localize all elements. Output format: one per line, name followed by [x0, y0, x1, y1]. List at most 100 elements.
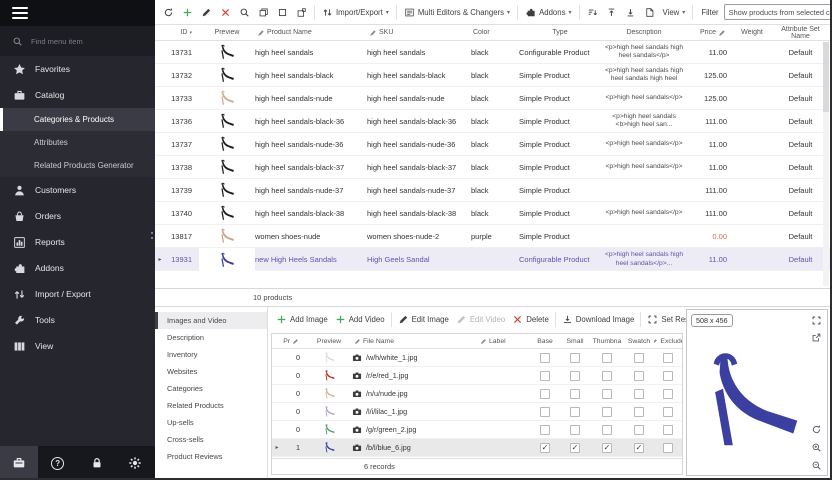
sidebar-item-customers[interactable]: Customers: [0, 177, 155, 203]
table-row[interactable]: 13817women shoes-nudewomen shoes-nude-2p…: [155, 225, 830, 248]
table-row[interactable]: ▸13931new High Heels SandalsHigh Geels S…: [155, 248, 830, 271]
grid-scrollbar[interactable]: [823, 42, 829, 286]
checkbox[interactable]: [540, 407, 550, 417]
collapse-all-button[interactable]: [622, 3, 639, 21]
refresh-button[interactable]: [160, 3, 177, 21]
rotate-button[interactable]: [811, 424, 822, 435]
col-description[interactable]: Description: [601, 29, 687, 36]
sidebar-item-reports[interactable]: Reports: [0, 229, 155, 255]
col-thumbnail[interactable]: Thumbna: [590, 338, 624, 345]
checkbox[interactable]: [663, 425, 673, 435]
checkbox[interactable]: [540, 353, 550, 363]
checkbox[interactable]: [634, 353, 644, 363]
col-product-name[interactable]: Product Name: [255, 29, 367, 37]
col-file-name[interactable]: File Name: [352, 338, 478, 345]
col-exclude[interactable]: Exclude: [654, 338, 682, 345]
sidebar-item-favorites[interactable]: Favorites: [0, 56, 155, 82]
tab-related-products[interactable]: Related Products: [155, 397, 267, 414]
image-row[interactable]: 0/l/i/lilac_1.jpg: [272, 403, 682, 421]
checkbox[interactable]: [634, 425, 644, 435]
col-sku[interactable]: SKU: [367, 29, 471, 37]
tab-inventory[interactable]: Inventory: [155, 346, 267, 363]
col-type[interactable]: Type: [519, 29, 601, 36]
col-pr[interactable]: Pr: [282, 338, 306, 345]
download-image-button[interactable]: Download Image: [559, 311, 638, 329]
sidebar-item-addons[interactable]: Addons: [0, 255, 155, 281]
checkbox[interactable]: [602, 407, 612, 417]
checkbox[interactable]: [602, 389, 612, 399]
col-attribute-set[interactable]: Attribute Set Name: [771, 26, 830, 40]
tab-description[interactable]: Description: [155, 329, 267, 346]
sidebar-item-import-export[interactable]: Import / Export: [0, 281, 155, 307]
checkbox[interactable]: [663, 371, 673, 381]
table-row[interactable]: 13737high heel sandals-nude-36high heel …: [155, 133, 830, 156]
sidebar-search[interactable]: Find menu item: [0, 26, 155, 56]
checkbox[interactable]: [663, 443, 673, 453]
edit-product-button[interactable]: [198, 3, 215, 21]
col-img-preview[interactable]: Preview: [306, 338, 352, 345]
col-small[interactable]: Small: [560, 338, 590, 345]
checkbox[interactable]: [663, 353, 673, 363]
checkbox[interactable]: [570, 371, 580, 381]
duplicate-button[interactable]: [293, 3, 310, 21]
copy-button[interactable]: [255, 3, 272, 21]
table-row[interactable]: 13732high heel sandals-blackhigh heel sa…: [155, 64, 830, 87]
add-video-button[interactable]: Add Video: [332, 311, 388, 329]
checkbox[interactable]: [570, 425, 580, 435]
sidebar-item-categories-products[interactable]: Categories & Products: [0, 108, 155, 131]
hamburger-menu-icon[interactable]: [12, 7, 28, 19]
col-base[interactable]: Base: [530, 338, 560, 345]
col-swatch[interactable]: Swatch: [624, 338, 654, 345]
checkbox[interactable]: [663, 407, 673, 417]
checkbox[interactable]: ✓: [540, 443, 550, 453]
table-row[interactable]: 13736high heel sandals-black-36high heel…: [155, 110, 830, 133]
addons-menu[interactable]: Addons▾: [522, 3, 574, 21]
tab-images-and-video[interactable]: Images and Video: [155, 312, 267, 329]
multi-editors-menu[interactable]: Multi Editors & Changers▾: [401, 3, 513, 21]
checkbox[interactable]: ✓: [602, 443, 612, 453]
image-row[interactable]: 0/r/e/red_1.jpg: [272, 367, 682, 385]
image-row[interactable]: 0/n/u/nude.jpg: [272, 385, 682, 403]
view-menu[interactable]: View▾: [660, 3, 689, 21]
add-product-button[interactable]: [179, 3, 196, 21]
panel-splitter[interactable]: [151, 232, 155, 239]
zoom-in-button[interactable]: [811, 442, 822, 453]
checkbox[interactable]: [602, 353, 612, 363]
import-export-menu[interactable]: Import/Export▾: [319, 3, 392, 21]
edit-video-button[interactable]: Edit Video: [453, 311, 508, 329]
fullscreen-button[interactable]: [811, 315, 822, 326]
checkbox[interactable]: [540, 389, 550, 399]
zoom-out-button[interactable]: [811, 460, 822, 471]
checkbox[interactable]: [634, 371, 644, 381]
checkbox[interactable]: [570, 407, 580, 417]
tab-product-reviews[interactable]: Product Reviews: [155, 448, 267, 465]
tab-up-sells[interactable]: Up-sells: [155, 414, 267, 431]
table-row[interactable]: 13739high heel sandals-nude-37high heel …: [155, 179, 830, 202]
col-preview[interactable]: Preview: [199, 29, 255, 36]
tab-categories[interactable]: Categories: [155, 380, 267, 397]
col-label[interactable]: Label: [478, 338, 530, 345]
checkbox[interactable]: [602, 371, 612, 381]
paste-button[interactable]: [274, 3, 291, 21]
checkbox[interactable]: ✓: [570, 443, 580, 453]
image-row[interactable]: ▸1/b/l/blue_6.jpg✓✓✓✓: [272, 439, 682, 457]
catalog-mode-button[interactable]: [0, 446, 38, 480]
add-image-button[interactable]: Add Image: [273, 311, 331, 329]
tab-cross-sells[interactable]: Cross-sells: [155, 431, 267, 448]
table-row[interactable]: 13731high heel sandalshigh heel sandalsb…: [155, 41, 830, 64]
tab-websites[interactable]: Websites: [155, 363, 267, 380]
table-row[interactable]: 13733high heel sandals-nudehigh heel san…: [155, 87, 830, 110]
checkbox[interactable]: [540, 425, 550, 435]
checkbox[interactable]: [540, 371, 550, 381]
open-external-button[interactable]: [811, 332, 822, 343]
image-row[interactable]: 0/g/r/green_2.jpg: [272, 421, 682, 439]
checkbox[interactable]: [634, 389, 644, 399]
report-button[interactable]: [641, 3, 658, 21]
sidebar-item-view[interactable]: View: [0, 333, 155, 359]
col-weight[interactable]: Weight: [733, 29, 771, 36]
search-products-button[interactable]: [236, 3, 253, 21]
col-color[interactable]: Color: [471, 29, 519, 36]
delete-image-button[interactable]: Delete: [509, 311, 552, 329]
checkbox[interactable]: ✓: [634, 443, 644, 453]
sidebar-item-orders[interactable]: Orders: [0, 203, 155, 229]
